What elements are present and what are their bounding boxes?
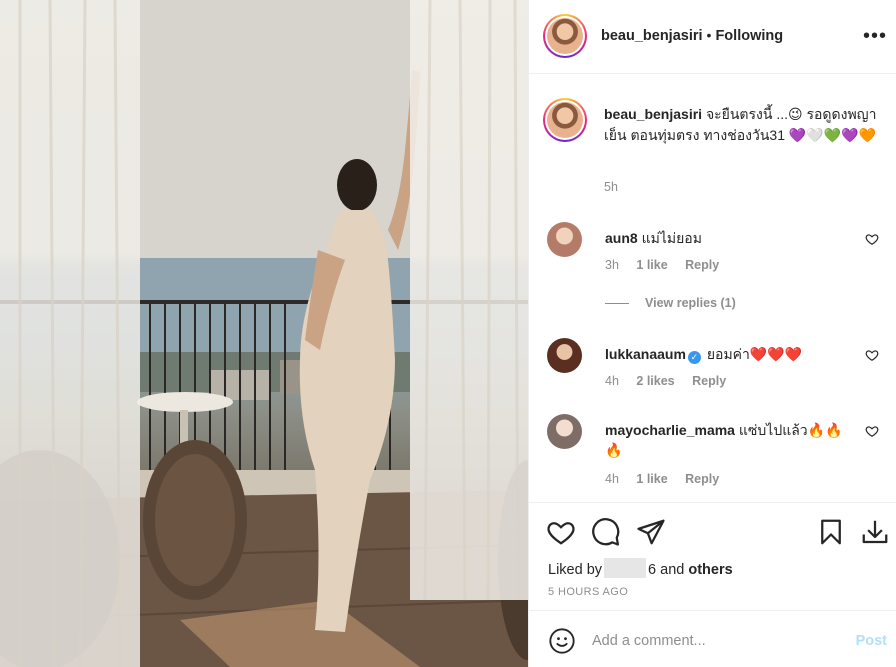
- comment-likes[interactable]: 1 like: [636, 258, 667, 272]
- emoji-icon[interactable]: [548, 627, 576, 655]
- comment-input[interactable]: [592, 629, 832, 653]
- commenter-avatar[interactable]: [547, 338, 582, 373]
- comment-reply-button[interactable]: Reply: [685, 258, 719, 272]
- comment-text-block: mayocharlie_mama แซ่บไปแล้ว🔥🔥🔥: [605, 420, 855, 460]
- author-username[interactable]: beau_benjasiri: [601, 28, 703, 44]
- post-actions: Liked by 6 and others 5 HOURS AGO: [529, 502, 896, 610]
- liked-by-user-suffix[interactable]: 6: [648, 562, 656, 578]
- comment-reply-button[interactable]: Reply: [685, 472, 719, 486]
- comment-time[interactable]: 3h: [605, 258, 619, 272]
- reply-line: [605, 303, 629, 305]
- comment-heart-icon[interactable]: [865, 424, 879, 438]
- caption-text-block: beau_benjasiri จะยืนตรงนี้ ...😉 รอดูดงพญ…: [604, 104, 884, 146]
- comment-meta: 4h 1 like Reply: [605, 472, 733, 486]
- view-replies-label: View replies (1): [645, 296, 736, 310]
- verified-badge-icon: ✓: [687, 351, 701, 364]
- caption-avatar[interactable]: [543, 98, 587, 142]
- more-horizontal-icon[interactable]: •••: [863, 26, 887, 46]
- comment-text-block: aun8 แม่ไม่ยอม: [605, 228, 855, 248]
- share-icon[interactable]: [636, 517, 666, 547]
- add-comment-bar: Post: [529, 610, 896, 667]
- photo-scene: [0, 0, 528, 667]
- comment-heart-icon[interactable]: [865, 348, 879, 362]
- comment-heart-icon[interactable]: [865, 232, 879, 246]
- comment-likes[interactable]: 2 likes: [636, 374, 674, 388]
- post-timestamp[interactable]: 5 HOURS AGO: [548, 586, 628, 598]
- comment-username[interactable]: lukkanaaum: [605, 346, 686, 362]
- liked-by-line: Liked by 6 and others: [548, 558, 733, 578]
- commenter-avatar[interactable]: [547, 222, 582, 257]
- comment-username[interactable]: aun8: [605, 230, 638, 246]
- comment-likes[interactable]: 1 like: [636, 472, 667, 486]
- comment-meta: 4h 2 likes Reply: [605, 374, 740, 388]
- separator-dot: •: [706, 27, 712, 43]
- author-avatar[interactable]: [543, 14, 587, 58]
- post-header: beau_benjasiri • Following •••: [529, 0, 896, 74]
- header-user-line: beau_benjasiri • Following: [601, 27, 783, 45]
- bookmark-icon[interactable]: [816, 517, 846, 547]
- comment-meta: 3h 1 like Reply: [605, 258, 733, 272]
- view-replies-button[interactable]: View replies (1): [605, 296, 736, 310]
- commenter-avatar[interactable]: [547, 414, 582, 449]
- liked-by-prefix: Liked by: [548, 562, 603, 578]
- comment-username[interactable]: mayocharlie_mama: [605, 422, 735, 438]
- comment-reply-button[interactable]: Reply: [692, 374, 726, 388]
- post-photo[interactable]: [0, 0, 528, 667]
- comment-body: แม่ไม่ยอม: [641, 230, 702, 246]
- liked-by-and: and: [660, 562, 685, 578]
- comment-time[interactable]: 4h: [605, 374, 619, 388]
- caption-time[interactable]: 5h: [604, 180, 618, 194]
- heart-icon[interactable]: [546, 517, 576, 547]
- post-comment-button[interactable]: Post: [856, 633, 887, 649]
- caption-username[interactable]: beau_benjasiri: [604, 106, 702, 122]
- comment-text-block: lukkanaaum ✓ ยอมค่า❤️❤️❤️: [605, 344, 855, 364]
- liked-by-redacted-user: [604, 558, 647, 578]
- comment-body: ยอมค่า❤️❤️❤️: [706, 346, 803, 362]
- post-side-panel: beau_benjasiri • Following ••• beau_benjas…: [528, 0, 896, 667]
- liked-by-others-link[interactable]: others: [688, 562, 732, 578]
- comment-icon[interactable]: [591, 517, 621, 547]
- following-button[interactable]: Following: [715, 28, 783, 44]
- comment-time[interactable]: 4h: [605, 472, 619, 486]
- download-icon[interactable]: [860, 517, 890, 547]
